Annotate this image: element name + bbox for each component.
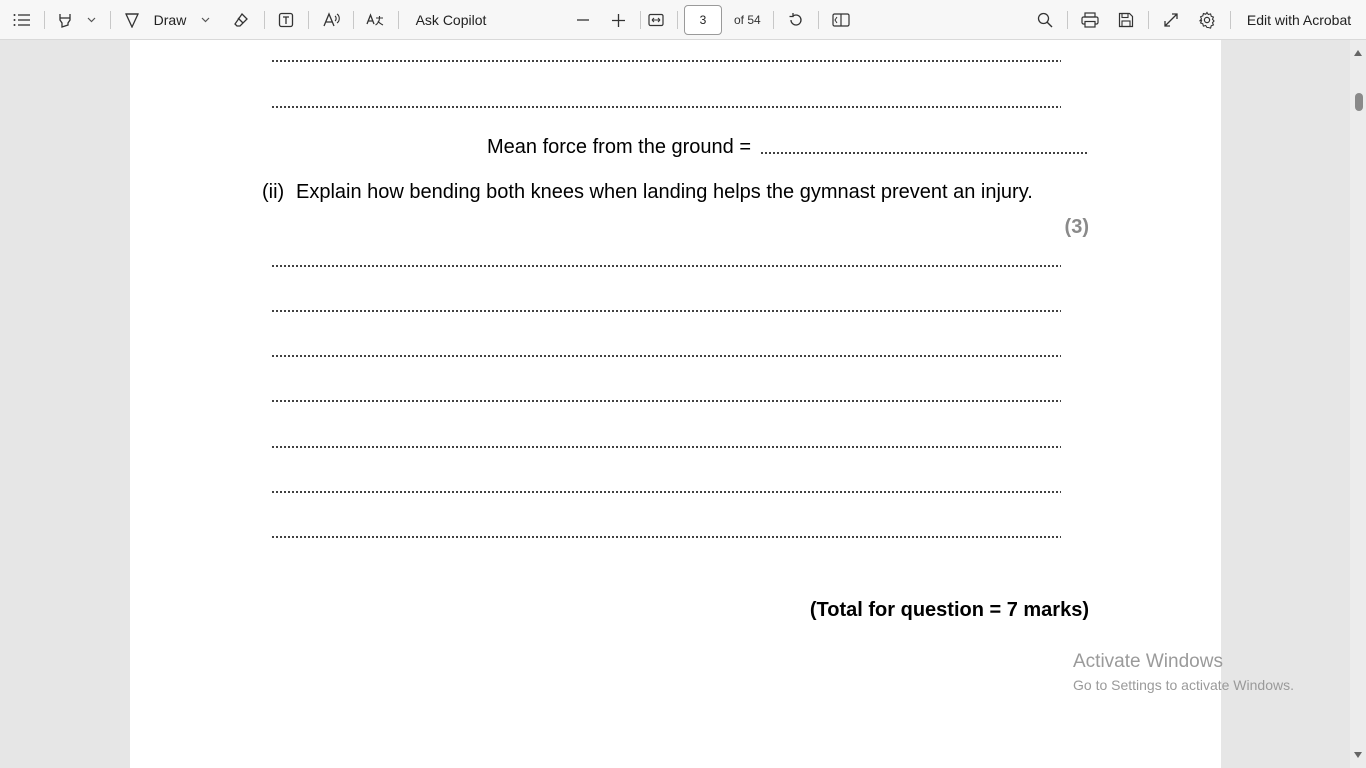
toolbar-divider — [398, 11, 399, 29]
document-page: Mean force from the ground = (ii) Explain… — [130, 40, 1221, 768]
toolbar-divider — [353, 11, 354, 29]
print-icon[interactable] — [1079, 0, 1101, 40]
draw-icon[interactable] — [122, 0, 142, 40]
fullscreen-icon[interactable] — [1160, 0, 1182, 40]
question-number: (ii) — [262, 181, 285, 203]
answer-line — [271, 310, 1061, 312]
toolbar: Draw Ask Copilot of 54 — [0, 0, 1366, 40]
total-marks: (Total for question = 7 marks) — [809, 599, 1089, 621]
answer-line — [271, 265, 1061, 267]
watermark-title: Activate Windows — [1073, 651, 1223, 672]
mean-force-answer-line — [760, 152, 1088, 154]
read-aloud-icon[interactable] — [320, 0, 342, 40]
watermark-subtitle: Go to Settings to activate Windows. — [1073, 677, 1294, 693]
activate-windows-watermark: Activate Windows Go to Settings to activ… — [1073, 651, 1294, 696]
answer-line — [271, 400, 1061, 402]
question-text: Explain how bending both knees when land… — [296, 181, 1033, 203]
page-total: of 54 — [734, 13, 761, 27]
toolbar-divider — [677, 11, 678, 29]
mean-force-label: Mean force from the ground = — [487, 136, 752, 158]
search-icon[interactable] — [1034, 0, 1056, 40]
zoom-out-icon[interactable] — [573, 0, 593, 40]
highlight-icon[interactable] — [54, 0, 76, 40]
chevron-down-icon[interactable] — [84, 0, 98, 40]
answer-line — [271, 106, 1061, 108]
answer-line — [271, 446, 1061, 448]
contents-icon[interactable] — [10, 0, 34, 40]
toolbar-divider — [773, 11, 774, 29]
ask-copilot-button[interactable]: Ask Copilot — [412, 0, 490, 40]
toolbar-divider — [818, 11, 819, 29]
draw-button[interactable]: Draw — [152, 0, 188, 40]
toolbar-divider — [1067, 11, 1068, 29]
question-marks: (3) — [1064, 216, 1089, 238]
eraser-icon[interactable] — [230, 0, 252, 40]
chevron-down-icon[interactable] — [198, 0, 212, 40]
text-box-icon[interactable] — [275, 0, 297, 40]
toolbar-divider — [264, 11, 265, 29]
page-view-icon[interactable] — [830, 0, 852, 40]
answer-line — [271, 355, 1061, 357]
translate-icon[interactable] — [364, 0, 386, 40]
answer-line — [271, 491, 1061, 493]
answer-line — [271, 60, 1061, 62]
page-number-input[interactable] — [684, 5, 722, 35]
zoom-in-icon[interactable] — [608, 0, 628, 40]
toolbar-divider — [1230, 11, 1231, 29]
scroll-up-icon[interactable] — [1354, 50, 1362, 56]
toolbar-divider — [44, 11, 45, 29]
save-icon[interactable] — [1115, 0, 1137, 40]
settings-icon[interactable] — [1196, 0, 1218, 40]
toolbar-divider — [308, 11, 309, 29]
scroll-down-icon[interactable] — [1354, 752, 1362, 758]
toolbar-divider — [640, 11, 641, 29]
scroll-thumb[interactable] — [1355, 93, 1363, 111]
rotate-icon[interactable] — [785, 0, 807, 40]
edit-with-acrobat-button[interactable]: Edit with Acrobat — [1242, 0, 1356, 40]
toolbar-divider — [110, 11, 111, 29]
fit-page-icon[interactable] — [645, 0, 667, 40]
question-ii: (ii) Explain how bending both knees when … — [262, 181, 1033, 204]
toolbar-divider — [1148, 11, 1149, 29]
vertical-scrollbar[interactable] — [1350, 40, 1366, 768]
answer-line — [271, 536, 1061, 538]
